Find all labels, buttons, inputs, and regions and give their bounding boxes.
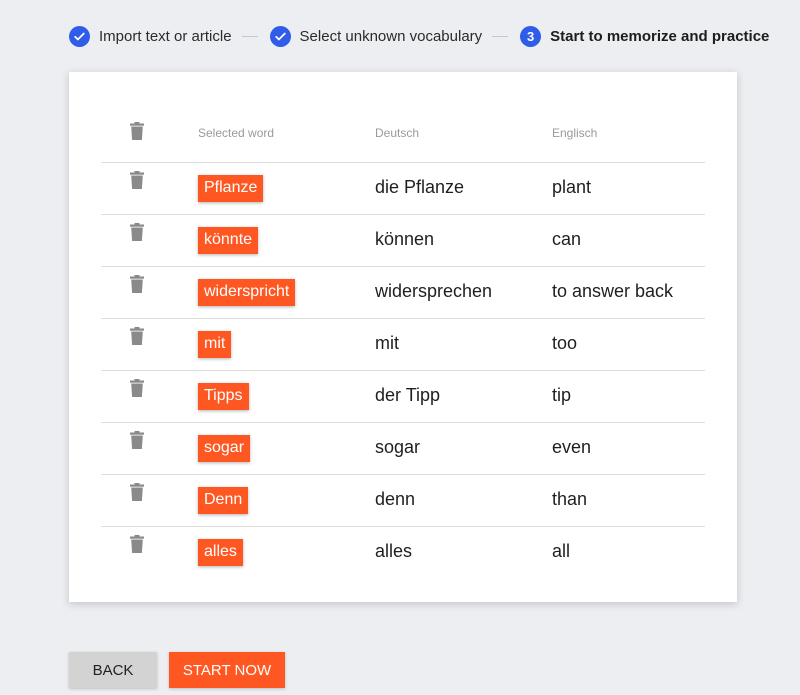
table-header: Selected word Deutsch Englisch xyxy=(101,114,705,163)
selected-word-cell: Pflanze xyxy=(198,175,264,202)
trash-icon[interactable] xyxy=(130,379,144,397)
deutsch-cell: sogar xyxy=(375,437,421,457)
step-connector xyxy=(492,35,509,37)
table-row: mit mit too xyxy=(101,319,705,371)
selected-word-cell: sogar xyxy=(198,435,251,462)
trash-icon[interactable] xyxy=(130,535,144,553)
selected-word-cell: Denn xyxy=(198,487,249,514)
trash-icon[interactable] xyxy=(130,327,144,345)
selected-word-tag[interactable]: widerspricht xyxy=(198,279,296,306)
englisch-cell: can xyxy=(552,229,582,249)
step-label: Import text or article xyxy=(99,27,232,45)
selected-word-cell: Tipps xyxy=(198,383,249,410)
stepper: Import text or article Select unknown vo… xyxy=(69,25,769,47)
check-icon xyxy=(269,25,291,47)
back-button[interactable]: BACK xyxy=(69,652,157,688)
englisch-cell: tip xyxy=(552,385,572,405)
selected-word-tag[interactable]: mit xyxy=(198,331,232,358)
check-icon xyxy=(69,25,90,47)
selected-word-tag[interactable]: könnte xyxy=(198,227,259,254)
header-deutsch: Deutsch xyxy=(375,126,420,140)
table-row: könnte können can xyxy=(101,215,705,267)
start-now-button[interactable]: START NOW xyxy=(169,652,285,688)
vocabulary-card: Selected word Deutsch Englisch Pflanze di… xyxy=(69,72,737,602)
table-row: Denn denn than xyxy=(101,475,705,527)
selected-word-cell: könnte xyxy=(198,227,259,254)
selected-word-tag[interactable]: alles xyxy=(198,539,243,566)
englisch-cell: too xyxy=(552,333,578,353)
table-row: alles alles all xyxy=(101,527,705,578)
table-row: widerspricht widersprechen to answer back xyxy=(101,267,705,319)
trash-icon[interactable] xyxy=(130,431,144,449)
trash-icon[interactable] xyxy=(130,223,144,241)
englisch-cell: than xyxy=(552,489,588,509)
trash-icon[interactable] xyxy=(130,171,144,189)
trash-icon[interactable] xyxy=(130,483,144,501)
step-number: 3 xyxy=(520,25,542,47)
selected-word-tag[interactable]: Denn xyxy=(198,487,249,514)
deutsch-cell: die Pflanze xyxy=(375,177,465,197)
deutsch-cell: denn xyxy=(375,489,416,509)
step-import: Import text or article xyxy=(69,25,232,47)
englisch-cell: plant xyxy=(552,177,592,197)
deutsch-cell: können xyxy=(375,229,435,249)
englisch-cell: to answer back xyxy=(552,281,674,301)
trash-icon[interactable] xyxy=(130,275,144,293)
selected-word-tag[interactable]: sogar xyxy=(198,435,251,462)
step-select: Select unknown vocabulary xyxy=(269,25,483,47)
selected-word-tag[interactable]: Tipps xyxy=(198,383,249,410)
step-practice: 3 Start to memorize and practice xyxy=(520,25,770,47)
delete-all-icon[interactable] xyxy=(130,122,144,140)
step-label: Start to memorize and practice xyxy=(550,27,770,45)
deutsch-cell: mit xyxy=(375,333,399,353)
deutsch-cell: der Tipp xyxy=(375,385,441,405)
vocabulary-table: Selected word Deutsch Englisch Pflanze di… xyxy=(101,114,705,578)
step-connector xyxy=(241,35,258,37)
englisch-cell: even xyxy=(552,437,592,457)
header-selected-word: Selected word xyxy=(198,126,275,140)
table-row: Tipps der Tipp tip xyxy=(101,371,705,423)
selected-word-tag[interactable]: Pflanze xyxy=(198,175,264,202)
selected-word-cell: widerspricht xyxy=(198,279,296,306)
selected-word-cell: alles xyxy=(198,539,243,566)
header-englisch: Englisch xyxy=(552,126,598,140)
selected-word-cell: mit xyxy=(198,331,232,358)
deutsch-cell: alles xyxy=(375,541,413,561)
englisch-cell: all xyxy=(552,541,571,561)
step-label: Select unknown vocabulary xyxy=(299,27,483,45)
table-row: Pflanze die Pflanze plant xyxy=(101,163,705,215)
deutsch-cell: widersprechen xyxy=(375,281,493,301)
table-row: sogar sogar even xyxy=(101,423,705,475)
